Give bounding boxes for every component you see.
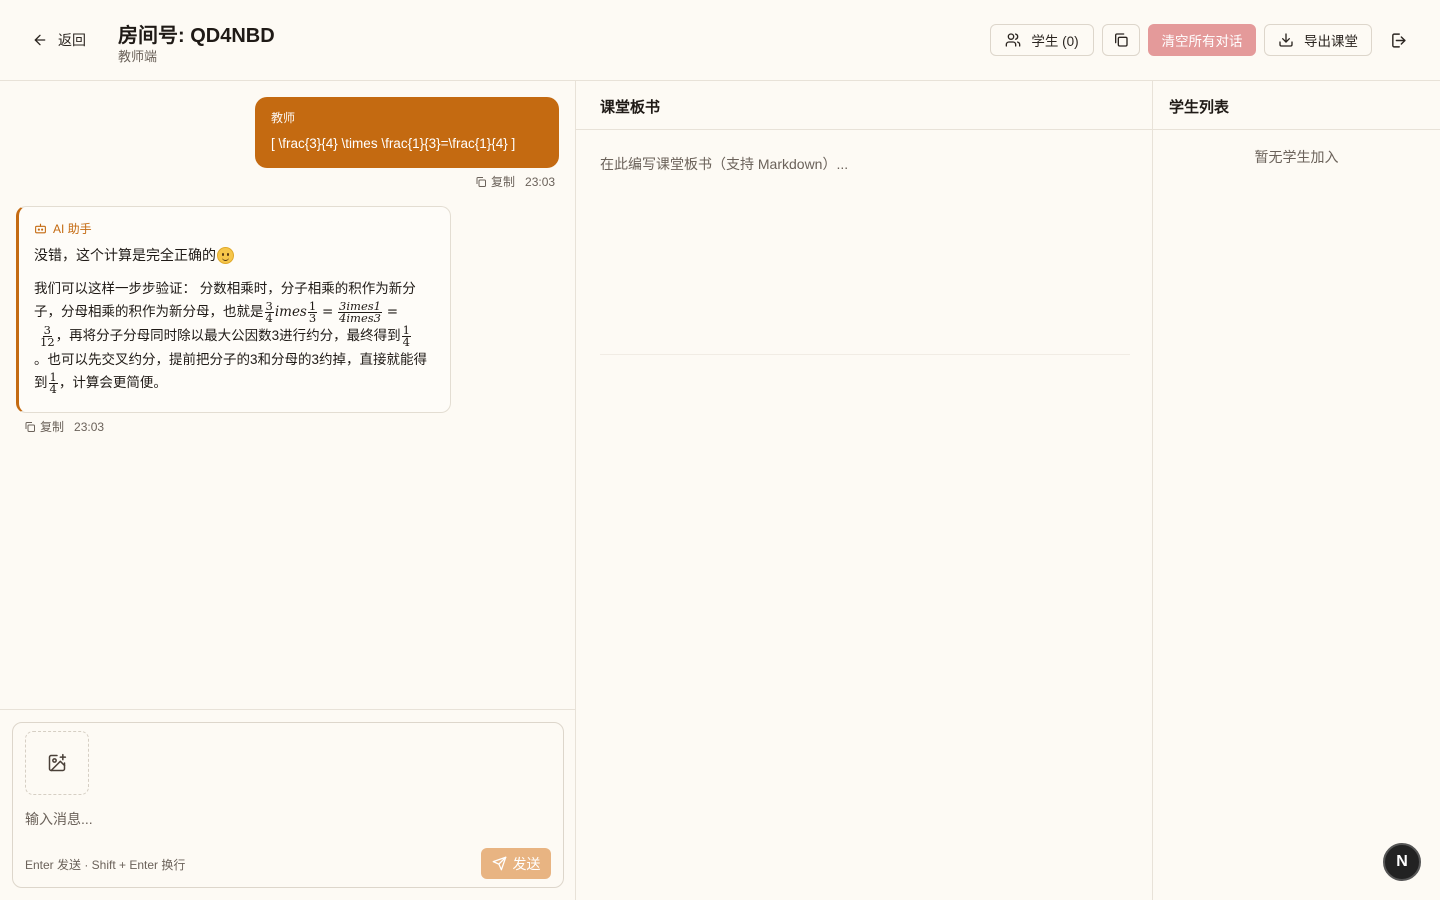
smiling-face-icon	[217, 246, 234, 264]
send-button[interactable]: 发送	[481, 848, 551, 879]
copy-icon	[476, 176, 486, 187]
role-subtitle: 教师端	[118, 49, 158, 64]
students-button-label: 学生 (0)	[1031, 34, 1079, 49]
back-label: 返回	[58, 32, 86, 48]
empty-students-text: 暂无学生加入	[1254, 149, 1339, 165]
ai-message-line: 没错，这个计算是完全正确的	[34, 245, 436, 265]
equals-sign: =	[321, 304, 334, 320]
ai-message-first-line: 没错，这个计算是完全正确的	[34, 247, 216, 263]
message-meta: 复制 23:03	[24, 418, 104, 435]
copy-label: 复制	[40, 420, 65, 434]
back-button[interactable]: 返回	[24, 24, 94, 56]
ai-message-body: 我们可以这样一步步验证： 分数相乘时，分子相乘的积作为新分子，分母相乘的积作为新…	[34, 277, 436, 395]
export-class-button[interactable]: 导出课堂	[1264, 24, 1372, 56]
ai-sender: AI 助手	[34, 220, 436, 237]
message-time: 23:03	[525, 174, 556, 189]
message-composer: Enter 发送 · Shift + Enter 换行 发送	[12, 722, 564, 888]
fraction-denominator: 4imes3	[339, 310, 381, 325]
bot-icon	[35, 223, 46, 234]
export-label: 导出课堂	[1304, 34, 1358, 49]
fraction: 14	[401, 324, 411, 349]
composer-divider	[0, 709, 576, 710]
log-out-icon	[1391, 32, 1406, 48]
ai-message: AI 助手 没错，这个计算是完全正确的 我们可以这样一步步验证： 分数相乘时，分…	[16, 206, 451, 413]
fraction: 13	[307, 300, 318, 325]
math-text: imes	[274, 304, 307, 320]
copy-icon	[25, 421, 35, 432]
copy-label: 复制	[491, 175, 516, 189]
message-sender: 教师	[271, 111, 296, 125]
users-icon	[1006, 33, 1021, 47]
room-title: 房间号: QD4NBD	[118, 25, 275, 47]
image-upload-button[interactable]	[25, 731, 89, 795]
message-time: 23:03	[74, 419, 105, 434]
equals-sign: =	[386, 304, 399, 320]
fraction: 34	[264, 300, 274, 325]
fraction: 14	[48, 371, 58, 396]
arrow-left-icon	[34, 34, 46, 46]
copy-message-button[interactable]: 复制	[24, 418, 64, 435]
teacher-message: 教师 [ \frac{3}{4} \times \frac{1}{3}=\fra…	[255, 97, 559, 168]
message-text: [ \frac{3}{4} \times \frac{1}{3}=\frac{1…	[271, 136, 516, 151]
keyboard-hint: Enter 发送 · Shift + Enter 换行	[25, 858, 186, 872]
fraction-denominator: 4	[402, 334, 410, 349]
fraction-denominator: 12	[40, 334, 55, 349]
send-icon	[492, 856, 506, 871]
fraction: 3imes1 4imes3	[338, 300, 382, 325]
students-panel: 学生列表 暂无学生加入	[1153, 81, 1440, 900]
floating-action-button[interactable]: N	[1383, 843, 1421, 881]
top-bar: 返回 房间号: QD4NBD 教师端 学生 (0) 清空所有对话 导出课堂	[0, 0, 1440, 81]
chat-panel: 教师 [ \frac{3}{4} \times \frac{1}{3}=\fra…	[0, 81, 576, 900]
ai-body-text: ，计算会更简便。	[58, 374, 167, 390]
clear-conversations-button[interactable]: 清空所有对话	[1148, 24, 1256, 56]
fraction-denominator: 4	[49, 381, 57, 396]
students-title: 学生列表	[1153, 81, 1440, 130]
message-meta: 复制 23:03	[475, 173, 555, 190]
copy-icon	[1115, 33, 1128, 47]
ai-sender-label: AI 助手	[53, 222, 92, 236]
board-divider	[600, 354, 1130, 355]
fraction-denominator: 3	[308, 310, 317, 325]
logout-button[interactable]	[1384, 28, 1412, 52]
students-button[interactable]: 学生 (0)	[990, 24, 1094, 56]
fraction-denominator: 4	[265, 310, 273, 325]
board-editor[interactable]	[600, 154, 1130, 354]
copy-room-button[interactable]	[1102, 24, 1140, 56]
download-icon	[1279, 33, 1293, 47]
copy-message-button[interactable]: 复制	[475, 173, 515, 190]
send-label: 发送	[512, 855, 541, 872]
ai-body-text: ，再将分子分母同时除以最大公因数3进行约分，最终得到	[55, 328, 401, 343]
board-panel: 课堂板书	[576, 81, 1153, 900]
fraction: 3 12	[40, 324, 55, 349]
board-title: 课堂板书	[576, 81, 1152, 130]
image-plus-icon	[48, 753, 67, 772]
message-input[interactable]	[25, 807, 545, 831]
